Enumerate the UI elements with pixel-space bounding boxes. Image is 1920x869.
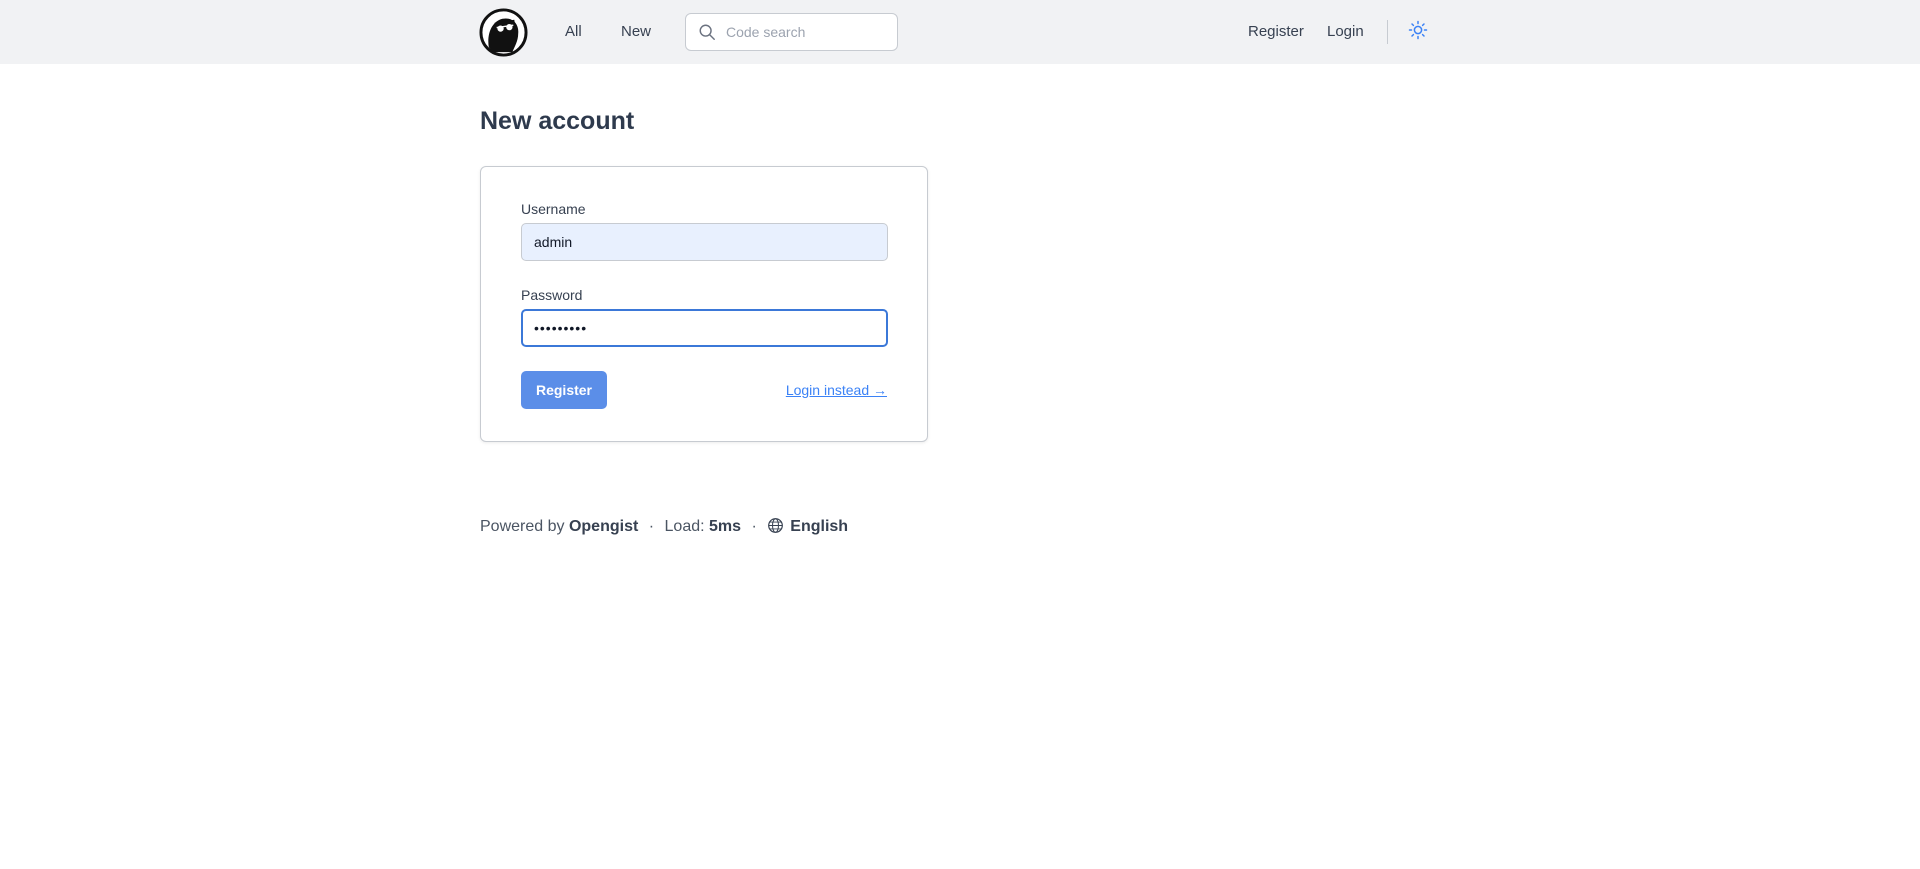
load-value: 5ms [709, 518, 742, 535]
top-navbar: All New Register Login [0, 0, 1920, 64]
username-label: Username [521, 201, 586, 217]
nav-login-link[interactable]: Login [1327, 20, 1364, 44]
load-label: Load: [664, 518, 705, 535]
footer-separator: · [648, 518, 655, 535]
login-instead-link[interactable]: Login instead → [786, 381, 887, 399]
language-selector[interactable]: English [767, 518, 848, 535]
code-search-input[interactable] [726, 14, 891, 50]
page-footer: Powered by Opengist · Load: 5ms · Englis… [480, 516, 848, 538]
username-field[interactable] [521, 223, 888, 261]
footer-separator: · [751, 518, 757, 535]
opengist-brand-link[interactable]: Opengist [569, 518, 638, 535]
register-form-card: Username Password Register Login instead… [480, 166, 928, 442]
register-button[interactable]: Register [521, 371, 607, 409]
code-search-box[interactable] [685, 13, 898, 51]
language-label: English [790, 518, 849, 535]
password-field[interactable] [521, 309, 888, 347]
search-icon [699, 24, 715, 40]
nav-divider [1387, 20, 1388, 44]
powered-by-text: Powered by [480, 518, 565, 535]
nav-all-link[interactable]: All [565, 20, 582, 44]
sun-icon[interactable] [1408, 20, 1428, 40]
nav-register-link[interactable]: Register [1248, 20, 1304, 44]
globe-icon [768, 518, 784, 533]
nav-new-link[interactable]: New [621, 20, 651, 44]
page-title: New account [480, 107, 635, 135]
password-label: Password [521, 287, 583, 303]
opengist-logo-icon[interactable] [479, 8, 528, 57]
